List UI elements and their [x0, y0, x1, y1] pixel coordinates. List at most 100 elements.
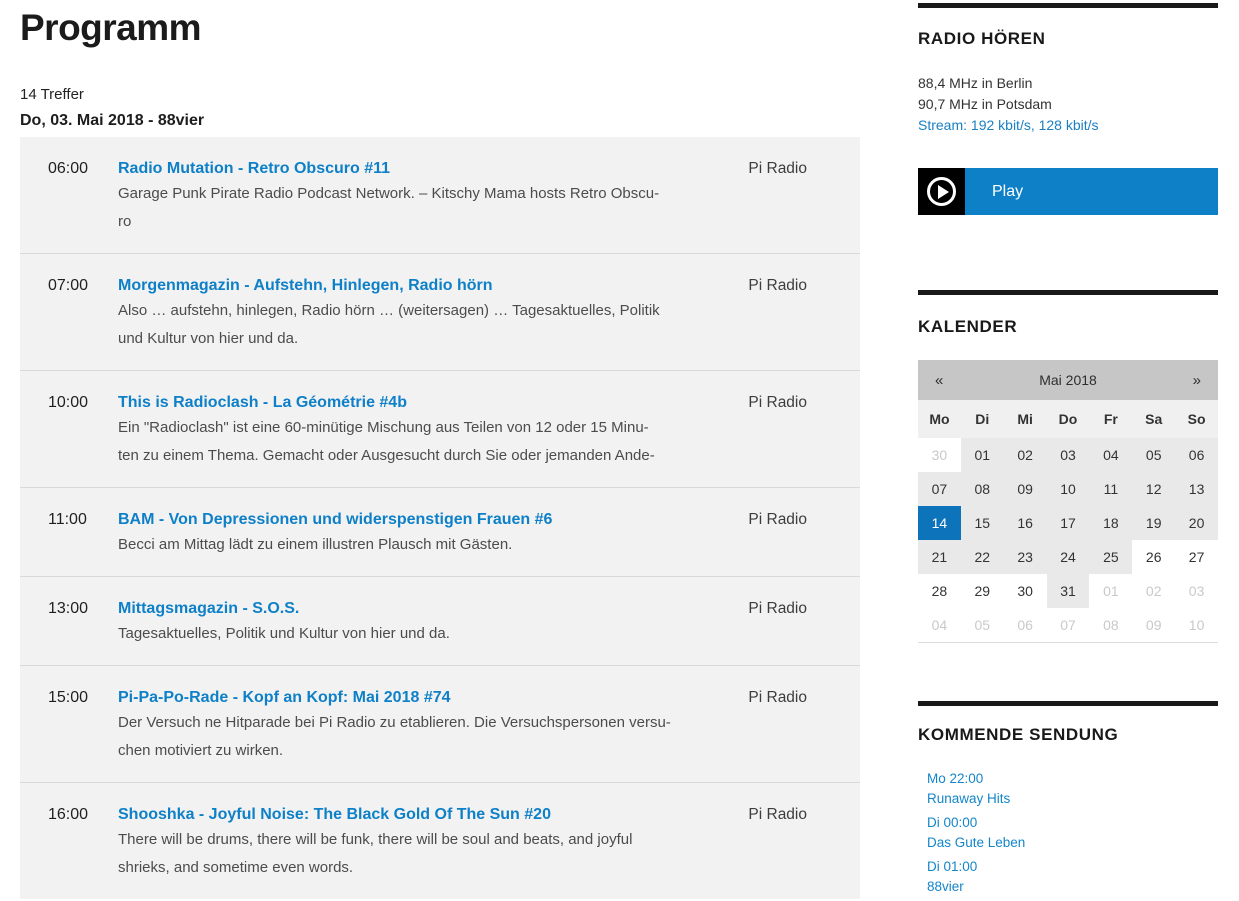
entry-title-link[interactable]: Radio Mutation - Retro Obscuro #11: [118, 158, 693, 180]
calendar-day[interactable]: 17: [1047, 506, 1090, 540]
calendar-day: 01: [1089, 574, 1132, 608]
entry-title-link[interactable]: Mittagsmagazin - S.O.S.: [118, 598, 693, 620]
calendar-day[interactable]: 25: [1089, 540, 1132, 574]
calendar-header: « Mai 2018 »: [918, 360, 1218, 400]
stream-link-192[interactable]: Stream: 192 kbit/s: [918, 117, 1031, 133]
calendar-day[interactable]: 21: [918, 540, 961, 574]
calendar-day: 04: [918, 608, 961, 642]
upcoming-show-time: Mo 22:00: [927, 769, 1218, 789]
calendar-day[interactable]: 20: [1175, 506, 1218, 540]
calendar-day[interactable]: 18: [1089, 506, 1132, 540]
entry-title-link[interactable]: Pi-Pa-Po-Rade - Kopf an Kopf: Mai 2018 #…: [118, 687, 693, 709]
entry-description-line: Der Versuch ne Hitparade bei Pi Radio zu…: [118, 709, 693, 737]
entry-description-line: und Kultur von hier und da.: [118, 325, 693, 353]
calendar-day[interactable]: 03: [1047, 438, 1090, 472]
calendar-day[interactable]: 19: [1132, 506, 1175, 540]
calendar-dayname: Do: [1047, 400, 1090, 438]
calendar-day[interactable]: 04: [1089, 438, 1132, 472]
calendar-day[interactable]: 31: [1047, 574, 1090, 608]
calendar-day: 26: [1132, 540, 1175, 574]
entry-description: Ein "Radioclash" ist eine 60-minütige Mi…: [118, 414, 693, 470]
calendar-day: 08: [1089, 608, 1132, 642]
calendar-day: 02: [1132, 574, 1175, 608]
calendar-day-selected[interactable]: 14: [918, 506, 961, 540]
calendar-day[interactable]: 01: [961, 438, 1004, 472]
entry-station: Pi Radio: [693, 598, 860, 620]
calendar-day: 09: [1132, 608, 1175, 642]
calendar-day[interactable]: 24: [1047, 540, 1090, 574]
upcoming-show-title: Das Gute Leben: [927, 833, 1218, 853]
program-entry: 06:00 Radio Mutation - Retro Obscuro #11…: [20, 137, 860, 253]
calendar-dayname: Mo: [918, 400, 961, 438]
calendar-day[interactable]: 07: [918, 472, 961, 506]
calendar: « Mai 2018 » MoDiMiDoFrSaSo 300102030405…: [918, 360, 1218, 643]
stream-link-128[interactable]: 128 kbit/s: [1039, 117, 1099, 133]
sidebar: RADIO HÖREN 88,4 MHz in Berlin 90,7 MHz …: [918, 0, 1218, 901]
entry-description-line: Tagesaktuelles, Politik und Kultur von h…: [118, 620, 693, 648]
program-entry: 16:00 Shooshka - Joyful Noise: The Black…: [20, 782, 860, 899]
entry-title-link[interactable]: BAM - Von Depressionen und widerspenstig…: [118, 509, 693, 531]
calendar-day[interactable]: 02: [1004, 438, 1047, 472]
upcoming-show-link[interactable]: Mo 22:00 Runaway Hits: [927, 769, 1218, 809]
calendar-grid: 3001020304050607080910111213141516171819…: [918, 438, 1218, 643]
calendar-dayname: Mi: [1004, 400, 1047, 438]
calendar-day[interactable]: 12: [1132, 472, 1175, 506]
calendar-day[interactable]: 10: [1047, 472, 1090, 506]
upcoming-show-link[interactable]: Di 01:00 88vier: [927, 857, 1218, 897]
entry-body: Morgenmagazin - Aufstehn, Hinlegen, Radi…: [118, 275, 693, 353]
calendar-day: 10: [1175, 608, 1218, 642]
frequency-berlin: 88,4 MHz in Berlin: [918, 73, 1218, 94]
program-entry: 15:00 Pi-Pa-Po-Rade - Kopf an Kopf: Mai …: [20, 665, 860, 782]
entry-station: Pi Radio: [693, 804, 860, 826]
calendar-day: 28: [918, 574, 961, 608]
calendar-day[interactable]: 13: [1175, 472, 1218, 506]
entry-title-link[interactable]: Shooshka - Joyful Noise: The Black Gold …: [118, 804, 693, 826]
program-entry: 11:00 BAM - Von Depressionen und widersp…: [20, 487, 860, 576]
calendar-day[interactable]: 08: [961, 472, 1004, 506]
entry-description-line: Ein "Radioclash" ist eine 60-minütige Mi…: [118, 414, 693, 442]
entry-station: Pi Radio: [693, 392, 860, 414]
upcoming-show-time: Di 00:00: [927, 813, 1218, 833]
calendar-day: 03: [1175, 574, 1218, 608]
calendar-next-button[interactable]: »: [1193, 372, 1218, 389]
entry-body: BAM - Von Depressionen und widerspenstig…: [118, 509, 693, 559]
calendar-day[interactable]: 09: [1004, 472, 1047, 506]
date-heading: Do, 03. Mai 2018 - 88vier: [20, 111, 860, 130]
calendar-day[interactable]: 15: [961, 506, 1004, 540]
calendar-day[interactable]: 06: [1175, 438, 1218, 472]
upcoming-show-link[interactable]: Di 00:00 Das Gute Leben: [927, 813, 1218, 853]
calendar-day[interactable]: 05: [1132, 438, 1175, 472]
entry-body: Pi-Pa-Po-Rade - Kopf an Kopf: Mai 2018 #…: [118, 687, 693, 765]
frequency-list: 88,4 MHz in Berlin 90,7 MHz in Potsdam S…: [918, 73, 1218, 136]
entry-body: Shooshka - Joyful Noise: The Black Gold …: [118, 804, 693, 882]
entry-time: 16:00: [20, 804, 118, 826]
calendar-prev-button[interactable]: «: [918, 372, 943, 389]
entry-body: This is Radioclash - La Géométrie #4b Ei…: [118, 392, 693, 470]
entry-description: Also … aufstehn, hinlegen, Radio hörn … …: [118, 297, 693, 353]
entry-title-link[interactable]: Morgenmagazin - Aufstehn, Hinlegen, Radi…: [118, 275, 693, 297]
calendar-day[interactable]: 11: [1089, 472, 1132, 506]
calendar-day[interactable]: 23: [1004, 540, 1047, 574]
results-count: 14 Treffer: [20, 86, 860, 103]
entry-description-line: Also … aufstehn, hinlegen, Radio hörn … …: [118, 297, 693, 325]
play-circle-icon: [918, 168, 965, 215]
upcoming-show-title: 88vier: [927, 877, 1218, 897]
program-section: Programm 14 Treffer Do, 03. Mai 2018 - 8…: [20, 0, 860, 899]
entry-time: 10:00: [20, 392, 118, 414]
calendar-day: 05: [961, 608, 1004, 642]
radio-listen-heading: RADIO HÖREN: [918, 30, 1218, 48]
entry-description: There will be drums, there will be funk,…: [118, 826, 693, 882]
entry-description-line: There will be drums, there will be funk,…: [118, 826, 693, 854]
entry-description: Tagesaktuelles, Politik und Kultur von h…: [118, 620, 693, 648]
entry-station: Pi Radio: [693, 509, 860, 531]
entry-title-link[interactable]: This is Radioclash - La Géométrie #4b: [118, 392, 693, 414]
calendar-day[interactable]: 22: [961, 540, 1004, 574]
play-button-body: Play: [965, 168, 1218, 215]
calendar-heading: KALENDER: [918, 318, 1218, 336]
calendar-day: 30: [1004, 574, 1047, 608]
play-button[interactable]: Play: [918, 168, 1218, 215]
stream-line: Stream: 192 kbit/s, 128 kbit/s: [918, 115, 1218, 136]
program-entry: 07:00 Morgenmagazin - Aufstehn, Hinlegen…: [20, 253, 860, 370]
calendar-day[interactable]: 16: [1004, 506, 1047, 540]
entry-description: Der Versuch ne Hitparade bei Pi Radio zu…: [118, 709, 693, 765]
